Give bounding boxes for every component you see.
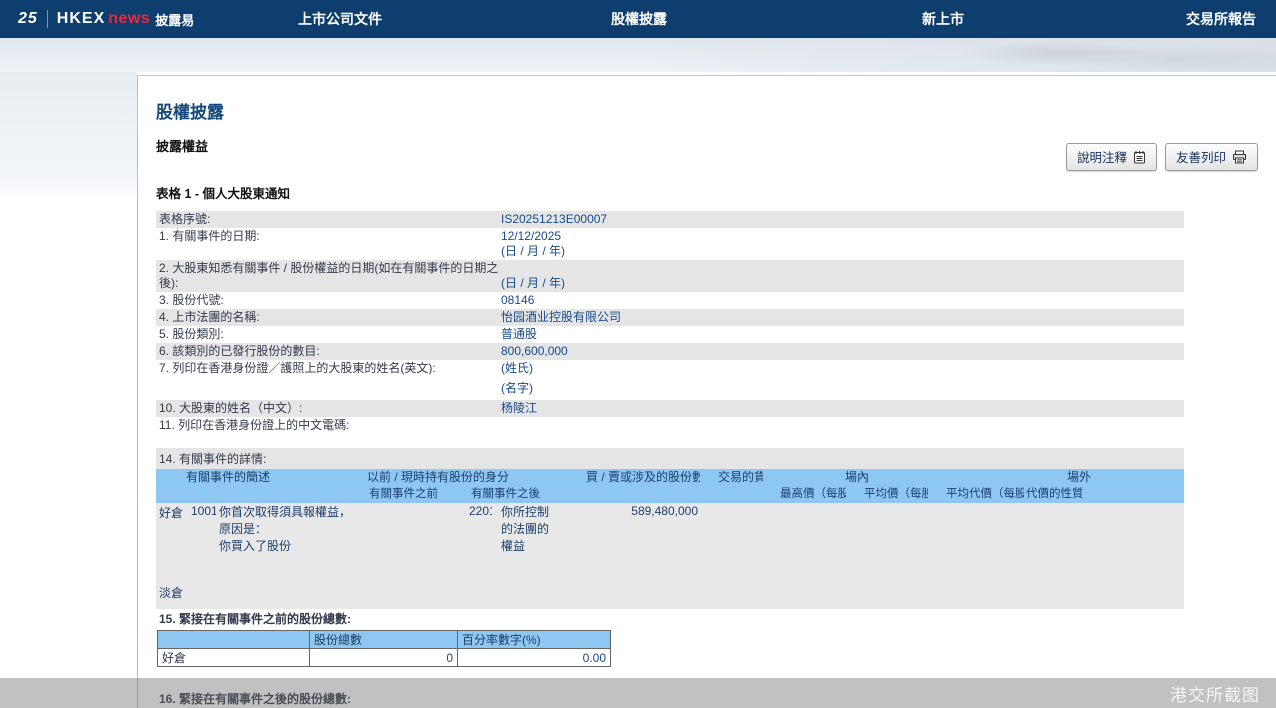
form-row-ccc-code: 11. 列印在香港身份證上的中文電碼: bbox=[156, 417, 1184, 434]
explanatory-notes-label: 說明注釋 bbox=[1077, 147, 1127, 166]
event-description-line2: 你買入了股份 bbox=[219, 538, 357, 555]
table-row: 好倉 0 0.00 bbox=[158, 649, 611, 667]
banner-image bbox=[0, 38, 1276, 72]
event-description: 你首次取得須具報權益，原因是： 你買入了股份 bbox=[216, 503, 359, 556]
form-row-share-class: 5. 股份類別: 普通股 bbox=[156, 326, 1184, 343]
printer-icon bbox=[1232, 150, 1247, 164]
row-value: 怡园酒业控股有限公司 bbox=[501, 310, 1184, 325]
event-details-body: 好倉 1001 你首次取得須具報權益，原因是： 你買入了股份 2201 你所控制的… bbox=[156, 503, 1184, 609]
event-description-line1: 你首次取得須具報權益，原因是： bbox=[219, 505, 351, 536]
row-label: 6. 該類別的已發行股份的數目: bbox=[156, 344, 501, 359]
event-details-row: 好倉 1001 你首次取得須具報權益，原因是： 你買入了股份 2201 你所控制的… bbox=[156, 503, 1184, 556]
row-value: 800,600,000 bbox=[501, 344, 1184, 359]
shares-involved-value: 589,480,000 bbox=[560, 503, 700, 556]
form-row-event-date: 1. 有關事件的日期: 12/12/2025(日 / 月 / 年) bbox=[156, 228, 1184, 260]
page: 25 HKEX news 披露易 上市公司文件 股權披露 新上市 交易所報告 股… bbox=[0, 0, 1276, 708]
row-label: 4. 上市法團的名稱: bbox=[156, 310, 501, 325]
anniversary-25-icon: 25 bbox=[18, 10, 38, 28]
form-row-aware-date: 2. 大股東知悉有關事件 / 股份權益的日期(如在有關事件的日期之後): (日 … bbox=[156, 260, 1184, 292]
printer-friendly-label: 友善列印 bbox=[1176, 147, 1226, 166]
row-value-line1: (姓氏) bbox=[501, 361, 533, 375]
row-label: 5. 股份類別: bbox=[156, 327, 501, 342]
row-value: (日 / 月 / 年) bbox=[501, 261, 1184, 291]
col-header-off-market: 場外 bbox=[928, 469, 1184, 486]
col-header-shares-involved: 買 / 賣或涉及的股份數目 bbox=[560, 469, 700, 486]
row-label: 11. 列印在香港身份證上的中文電碼: bbox=[156, 418, 501, 433]
col-header-highest-price: 最高價（每股） bbox=[763, 486, 846, 503]
capacity-description: 你所控制的法團的權益 bbox=[492, 503, 560, 556]
banner-texture bbox=[656, 38, 1276, 72]
printer-friendly-button[interactable]: 友善列印 bbox=[1165, 143, 1258, 171]
form-rows: 表格序號: IS20251213E00007 1. 有關事件的日期: 12/12… bbox=[156, 211, 1184, 434]
col-header-average-price: 平均價（每股） bbox=[846, 486, 928, 503]
col-header-before-event: 有關事件之前 bbox=[359, 486, 459, 503]
col-header-capacity: 以前 / 現時持有股份的身分 bbox=[359, 469, 560, 486]
row-value: IS20251213E00007 bbox=[501, 212, 1184, 227]
row-value: 普通股 bbox=[501, 327, 1184, 342]
nav-item-exchange-reports[interactable]: 交易所報告 bbox=[1186, 0, 1256, 38]
section-15-label: 15. 緊接在有關事件之前的股份總數: bbox=[156, 610, 1258, 627]
logo-chinese-label: 披露易 bbox=[155, 10, 194, 29]
row-label: 7. 列印在香港身份證／護照上的大股東的姓名(英文): bbox=[156, 361, 501, 396]
blank-header-cell bbox=[158, 631, 310, 649]
col-header-consideration-nature: 代價的性質 bbox=[1024, 486, 1184, 503]
form-row-corporation-name: 4. 上市法團的名稱: 怡园酒业控股有限公司 bbox=[156, 309, 1184, 326]
row-label: 10. 大股東的姓名（中文）: bbox=[156, 401, 501, 416]
form-row-chinese-name: 10. 大股東的姓名（中文）: 杨陵江 bbox=[156, 400, 1184, 417]
left-background bbox=[0, 72, 137, 202]
row-label: 表格序號: bbox=[156, 212, 501, 227]
col-header-total-shares: 股份總數 bbox=[310, 631, 458, 649]
col-header-on-market: 場內 bbox=[763, 469, 928, 486]
capacity-code: 2201 bbox=[459, 503, 492, 556]
row-value-line2: (名字) bbox=[501, 381, 1184, 396]
row-value-line2: (日 / 月 / 年) bbox=[501, 244, 1184, 259]
row-value: 12/12/2025(日 / 月 / 年) bbox=[501, 229, 1184, 259]
form-row-english-name: 7. 列印在香港身份證／護照上的大股東的姓名(英文): (姓氏) (名字) bbox=[156, 360, 1184, 400]
row-value-line1: 12/12/2025 bbox=[501, 229, 561, 243]
top-navbar: 25 HKEX news 披露易 上市公司文件 股權披露 新上市 交易所報告 bbox=[0, 0, 1276, 38]
row-value bbox=[501, 418, 1184, 433]
event-code: 1001 bbox=[184, 503, 216, 556]
row-label: 1. 有關事件的日期: bbox=[156, 229, 501, 259]
col-header-percentage: 百分率數字(%) bbox=[458, 631, 611, 649]
long-position-label: 好倉 bbox=[156, 503, 184, 556]
watermark-text: 港交所截图 bbox=[1170, 681, 1260, 706]
section-14-label: 14. 有關事件的詳情: bbox=[156, 448, 1184, 469]
page-title: 股權披露 bbox=[156, 98, 1258, 123]
watermark-bar: 港交所截图 bbox=[0, 678, 1276, 708]
logo-divider bbox=[47, 10, 48, 28]
hkexnews-logo[interactable]: 25 HKEX news 披露易 bbox=[18, 0, 194, 38]
row-value: 杨陵江 bbox=[501, 401, 1184, 416]
nav-item-disclosure-of-interests[interactable]: 股權披露 bbox=[611, 0, 667, 38]
long-position-label: 好倉 bbox=[158, 649, 310, 667]
col-header-average-consideration: 平均代價（每股） bbox=[928, 486, 1024, 503]
explanatory-notes-button[interactable]: 說明注釋 bbox=[1066, 143, 1157, 171]
content-panel: 股權披露 披露權益 說明注釋 友善列印 表格 1 - 個人大股東通知 表格序號:… bbox=[137, 75, 1276, 708]
row-label: 2. 大股東知悉有關事件 / 股份權益的日期(如在有關事件的日期之後): bbox=[156, 261, 501, 291]
form-row-stock-code: 3. 股份代號: 08146 bbox=[156, 292, 1184, 309]
hkex-wordmark: HKEX bbox=[57, 10, 105, 28]
total-shares-before-value: 0 bbox=[310, 649, 458, 667]
col-header-event-description: 有關事件的簡述 bbox=[156, 469, 359, 486]
totals-before-table: 股份總數 百分率數字(%) 好倉 0 0.00 bbox=[157, 630, 611, 667]
toolbar: 說明注釋 友善列印 bbox=[1066, 143, 1258, 171]
short-position-label: 淡倉 bbox=[156, 556, 1184, 603]
row-label: 3. 股份代號: bbox=[156, 293, 501, 308]
capacity-before-cell bbox=[359, 503, 459, 556]
col-header-after-event: 有關事件之後 bbox=[459, 486, 560, 503]
notes-icon bbox=[1133, 150, 1146, 164]
event-details-header: 有關事件的簡述 以前 / 現時持有股份的身分 買 / 賣或涉及的股份數目 交易的… bbox=[156, 469, 1184, 503]
form-row-issued-shares: 6. 該類別的已發行股份的數目: 800,600,000 bbox=[156, 343, 1184, 360]
news-wordmark: news bbox=[108, 10, 150, 28]
nav-item-listed-company-documents[interactable]: 上市公司文件 bbox=[298, 0, 382, 38]
col-header-currency: 交易的貨幣 bbox=[700, 469, 763, 486]
form-title: 表格 1 - 個人大股東通知 bbox=[156, 183, 1258, 202]
percentage-before-value: 0.00 bbox=[458, 649, 611, 667]
row-value: (姓氏) (名字) bbox=[501, 361, 1184, 396]
form-row-serial: 表格序號: IS20251213E00007 bbox=[156, 211, 1184, 228]
nav-item-new-listings[interactable]: 新上市 bbox=[922, 0, 964, 38]
row-value: 08146 bbox=[501, 293, 1184, 308]
